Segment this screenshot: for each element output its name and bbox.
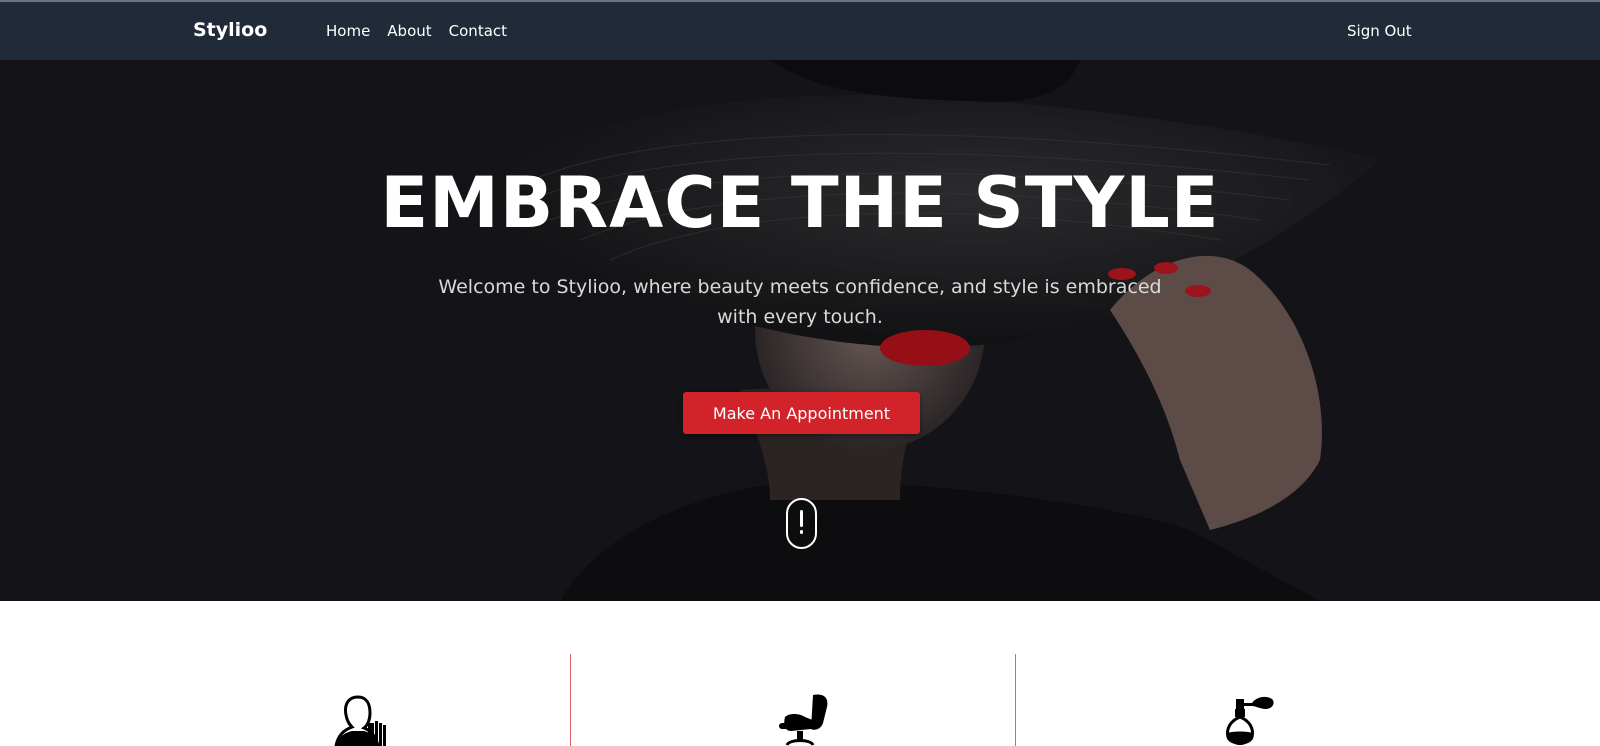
nav-links: Home About Contact [326, 22, 507, 40]
perfume-icon [1226, 696, 1274, 745]
nav-link-about[interactable]: About [387, 22, 431, 40]
section-divider [570, 654, 571, 746]
mouse-wheel [800, 510, 803, 527]
make-appointment-button[interactable]: Make An Appointment [683, 392, 920, 434]
scroll-down-mouse-icon[interactable] [786, 498, 817, 549]
navbar: Stylioo Home About Contact Sign Out [0, 0, 1600, 60]
salon-chair-icon [779, 694, 828, 746]
nav-link-home[interactable]: Home [326, 22, 370, 40]
hairdresser-icon [334, 695, 386, 746]
hero-section: EMBRACE THE STYLE Welcome to Stylioo, wh… [0, 60, 1600, 601]
hero-subtitle: Welcome to Stylioo, where beauty meets c… [438, 276, 1162, 328]
mouse-dot [800, 530, 803, 534]
section-divider [1015, 654, 1016, 746]
brand-logo[interactable]: Stylioo [193, 19, 267, 41]
hero-title: EMBRACE THE STYLE [380, 162, 1220, 244]
services-section [0, 601, 1600, 746]
sign-out-link[interactable]: Sign Out [1347, 22, 1412, 40]
nav-link-contact[interactable]: Contact [449, 22, 507, 40]
